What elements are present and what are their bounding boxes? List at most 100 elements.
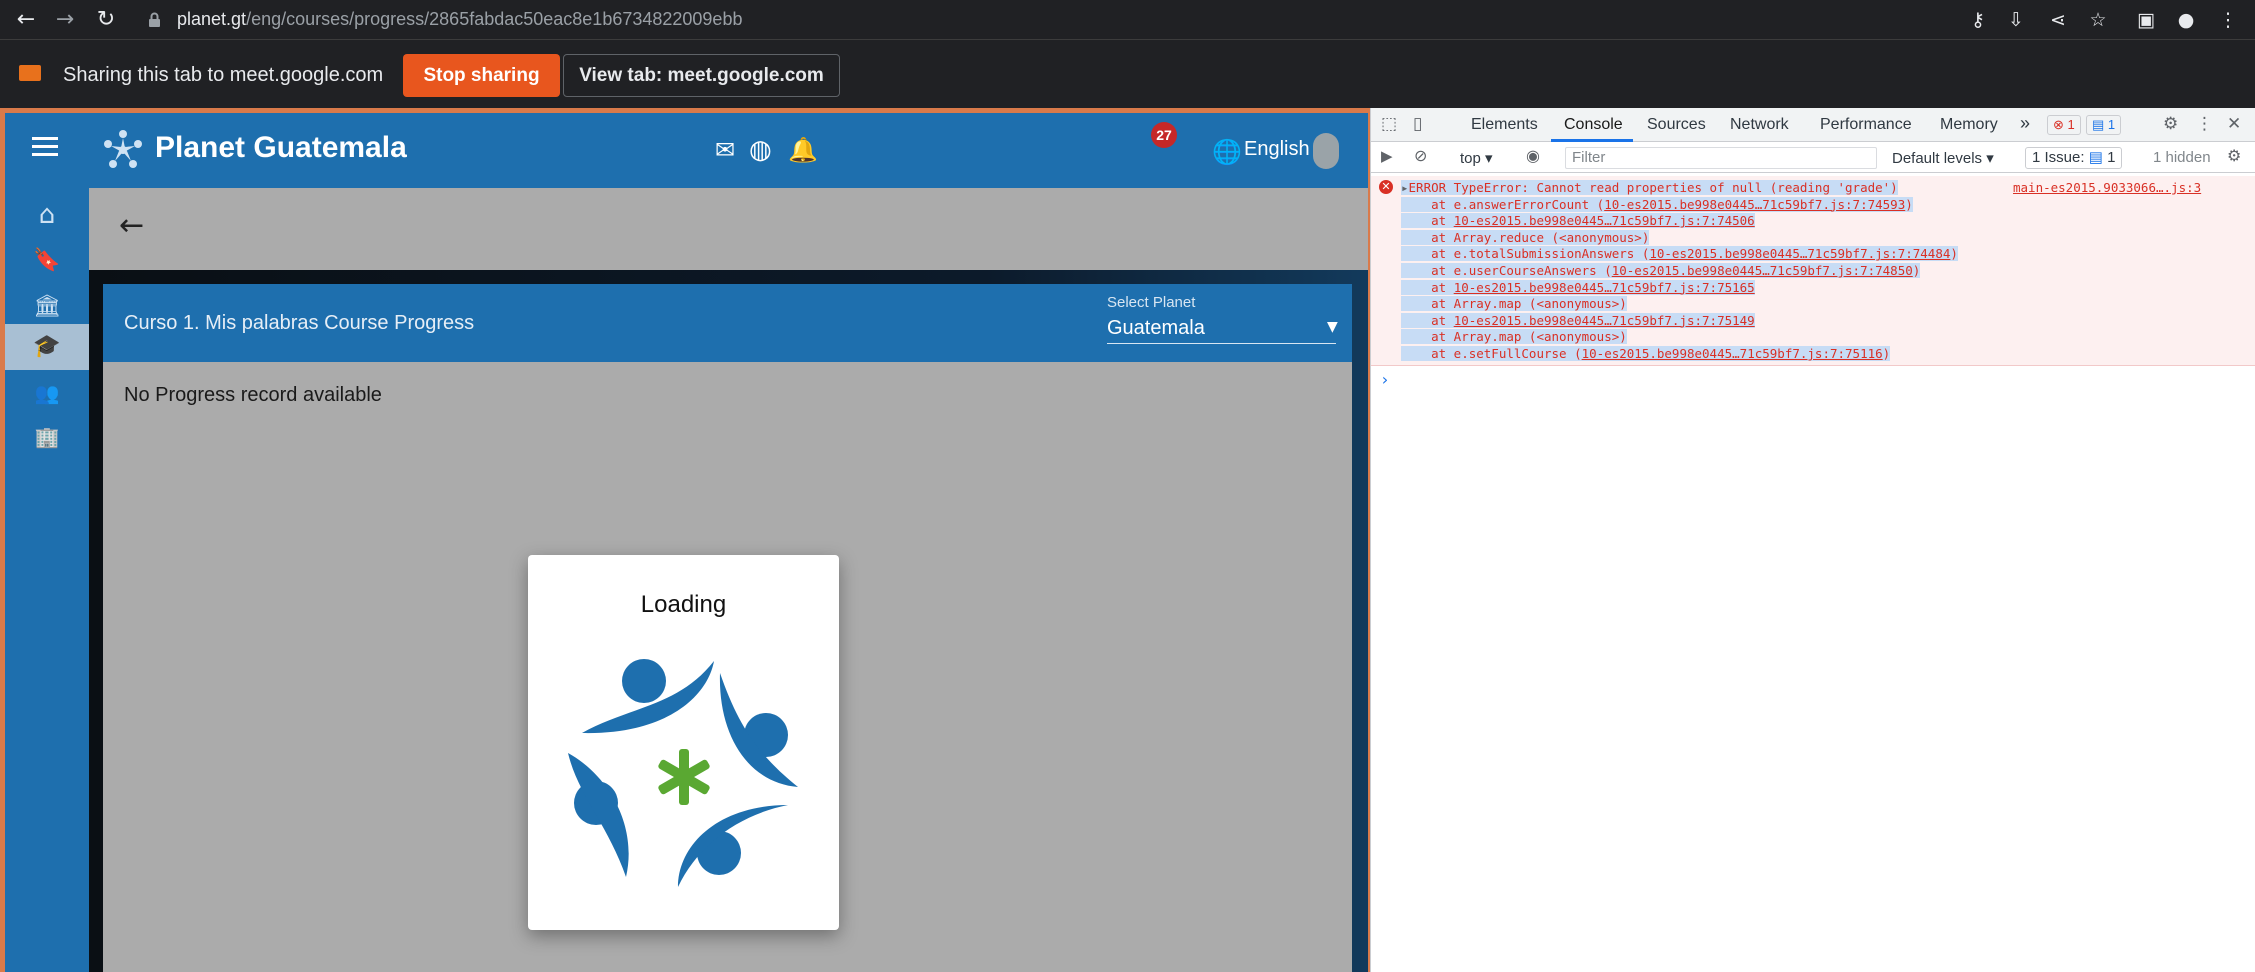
notifications-bell-icon[interactable]: 🔔	[788, 134, 818, 166]
tab-console[interactable]: Console	[1564, 116, 1623, 134]
settings-gear-icon[interactable]: ⚙	[2163, 114, 2178, 134]
clear-console-icon[interactable]: ⊘	[1414, 146, 1427, 165]
message-count: 1	[2107, 117, 2116, 132]
back-icon[interactable]: ←	[12, 6, 40, 34]
devtools-menu-icon[interactable]: ⋮	[2196, 114, 2213, 134]
console-toolbar: ▶ ⊘ top ▾ ◉ Filter Default levels ▾ 1 Is…	[1371, 143, 2255, 173]
bookmark-icon: 🔖	[33, 248, 61, 273]
back-arrow-icon[interactable]: ←	[119, 208, 144, 243]
card-title: Curso 1. Mis palabras Course Progress	[124, 312, 475, 334]
context-value: top	[1460, 150, 1481, 167]
forward-icon[interactable]: →	[51, 6, 79, 34]
stack-trace-source-link[interactable]: 10-es2015.be998e0445…71c59bf7.js:7:74506	[1454, 213, 1755, 228]
install-icon[interactable]: ⇩	[2002, 6, 2030, 34]
stack-trace-source-link[interactable]: 10-es2015.be998e0445…71c59bf7.js:7:74593	[1604, 197, 1905, 212]
tab-performance[interactable]: Performance	[1820, 116, 1912, 134]
chrome-menu-icon[interactable]: ⋮	[2214, 6, 2242, 34]
more-tabs-button[interactable]: »	[2020, 113, 2030, 134]
share-icon[interactable]: ⋖	[2044, 6, 2072, 34]
stack-trace-source-link[interactable]: 10-es2015.be998e0445…71c59bf7.js:7:75165	[1454, 280, 1755, 295]
context-selector[interactable]: top ▾	[1460, 149, 1493, 167]
stack-trace-text: at	[1401, 279, 1454, 295]
planet-loading-logo-icon	[568, 659, 798, 887]
stack-trace-line: at 10-es2015.be998e0445…71c59bf7.js:7:75…	[1401, 312, 1755, 328]
device-toolbar-icon[interactable]: ▯	[1413, 114, 1422, 134]
message-count-badge[interactable]: ▤ 1	[2086, 115, 2122, 135]
lock-icon[interactable]	[148, 12, 161, 28]
stack-trace-line: at Array.reduce (<anonymous>)	[1401, 229, 1650, 245]
issues-icon: ▤	[2088, 149, 2103, 166]
select-planet-dropdown[interactable]: Guatemala	[1107, 317, 1205, 340]
empty-state-message: No Progress record available	[124, 384, 382, 406]
stack-trace-source-link[interactable]: 10-es2015.be998e0445…71c59bf7.js:7:74484	[1649, 246, 1950, 261]
url-path: /eng/courses/progress/2865fabdac50eac8e1…	[246, 9, 743, 29]
stop-sharing-button[interactable]: Stop sharing	[403, 54, 560, 97]
loading-title: Loading	[640, 591, 727, 618]
stack-trace-text: )	[1912, 263, 1921, 278]
tab-sharing-bar: Sharing this tab to meet.google.com Stop…	[0, 41, 2255, 108]
inspect-element-icon[interactable]: ⬚	[1381, 114, 1397, 134]
error-count-badge[interactable]: ⊗ 1	[2047, 115, 2081, 135]
stack-trace-line: at 10-es2015.be998e0445…71c59bf7.js:7:75…	[1401, 279, 1755, 295]
issues-button[interactable]: 1 Issue: ▤ 1	[2025, 147, 2123, 169]
key-icon[interactable]: ⚷	[1964, 6, 1992, 34]
console-prompt-icon[interactable]: ›	[1380, 370, 1390, 389]
language-selector[interactable]: English	[1244, 138, 1310, 161]
stack-trace-line: at e.answerErrorCount (10-es2015.be998e0…	[1401, 196, 1913, 212]
error-icon: ✕	[1379, 180, 1393, 194]
sidebar-item-courses[interactable]: 🎓	[5, 324, 89, 370]
app-toolbar: Planet Guatemala ✉ ◍ 🔔 27 🌐 English	[5, 113, 1368, 188]
tab-elements[interactable]: Elements	[1471, 116, 1538, 134]
user-settings-icon[interactable]: ◍	[749, 134, 772, 166]
error-count: 1	[2067, 117, 2075, 132]
user-avatar[interactable]	[1313, 133, 1339, 169]
sidebar: ⌂ 🔖 🏛 🎓 👥 🏢	[5, 188, 89, 972]
devtools-tabbar: ⬚ ▯ Elements Console Sources Network Per…	[1371, 108, 2255, 142]
address-bar[interactable]: planet.gt/eng/courses/progress/2865fabda…	[177, 9, 742, 30]
sidebar-item-mylibrary[interactable]: 🔖	[5, 238, 89, 284]
sidebar-item-home[interactable]: ⌂	[5, 192, 89, 238]
log-levels-dropdown[interactable]: Default levels ▾	[1892, 149, 1994, 167]
stack-trace-text: at	[1401, 312, 1454, 328]
select-planet-label: Select Planet	[1107, 294, 1196, 311]
reload-icon[interactable]: ↻	[92, 6, 120, 34]
stack-trace-text: at Array.map (<anonymous>)	[1401, 296, 1627, 312]
issues-count: 1	[2107, 149, 2116, 166]
stack-trace-line: at e.userCourseAnswers (10-es2015.be998e…	[1401, 263, 1921, 278]
stack-trace-text: )	[1950, 246, 1958, 262]
tab-memory[interactable]: Memory	[1940, 116, 1998, 134]
console-filter-input[interactable]: Filter	[1565, 147, 1877, 169]
console-settings-gear-icon[interactable]: ⚙	[2227, 146, 2241, 165]
hamburger-menu-icon[interactable]	[32, 137, 58, 157]
stack-trace-source-link[interactable]: 10-es2015.be998e0445…71c59bf7.js:7:75149	[1454, 313, 1755, 328]
stack-trace-text: at e.userCourseAnswers (	[1401, 263, 1612, 278]
view-tab-button[interactable]: View tab: meet.google.com	[563, 54, 840, 97]
mail-icon[interactable]: ✉	[715, 134, 735, 166]
console-error-message[interactable]: ✕ main-es2015.9033066….js:3 ▸ERROR TypeE…	[1371, 176, 2255, 366]
close-devtools-icon[interactable]: ✕	[2227, 114, 2241, 134]
side-panel-icon[interactable]: ▣	[2132, 6, 2160, 34]
tab-sources[interactable]: Sources	[1647, 116, 1706, 134]
stack-trace-text: at Array.reduce (<anonymous>)	[1401, 229, 1650, 245]
browser-toolbar: ← → ↻ planet.gt/eng/courses/progress/286…	[0, 0, 2255, 40]
stack-trace-line: at e.totalSubmissionAnswers (10-es2015.b…	[1401, 246, 1958, 262]
stack-trace-line: at 10-es2015.be998e0445…71c59bf7.js:7:74…	[1401, 213, 1755, 229]
stack-trace-source-link[interactable]: 10-es2015.be998e0445…71c59bf7.js:7:74850	[1612, 263, 1913, 278]
app-title[interactable]: Planet Guatemala	[155, 131, 407, 165]
sidebar-item-teams[interactable]: 👥	[5, 370, 89, 416]
stack-trace-text: at e.setFullCourse (	[1401, 346, 1582, 361]
expand-arrow-icon[interactable]: ▸	[1401, 180, 1409, 195]
tab-network[interactable]: Network	[1730, 116, 1789, 134]
stack-trace-text: )	[1905, 196, 1913, 212]
sidebar-item-enterprises[interactable]: 🏢	[5, 414, 89, 460]
globe-icon[interactable]: 🌐	[1212, 136, 1242, 168]
sidebar-toggle-icon[interactable]: ▶	[1381, 147, 1393, 165]
error-source-link[interactable]: main-es2015.9033066….js:3	[2013, 180, 2201, 195]
stack-trace-source-link[interactable]: 10-es2015.be998e0445…71c59bf7.js:7:75116	[1582, 346, 1883, 361]
stack-trace-text: at	[1401, 213, 1454, 229]
star-icon[interactable]: ☆	[2084, 6, 2112, 34]
dropdown-arrow-icon[interactable]: ▼	[1327, 319, 1338, 335]
notification-count-badge: 27	[1151, 122, 1177, 148]
profile-icon[interactable]: ●	[2172, 6, 2200, 34]
live-expression-eye-icon[interactable]: ◉	[1526, 146, 1540, 165]
